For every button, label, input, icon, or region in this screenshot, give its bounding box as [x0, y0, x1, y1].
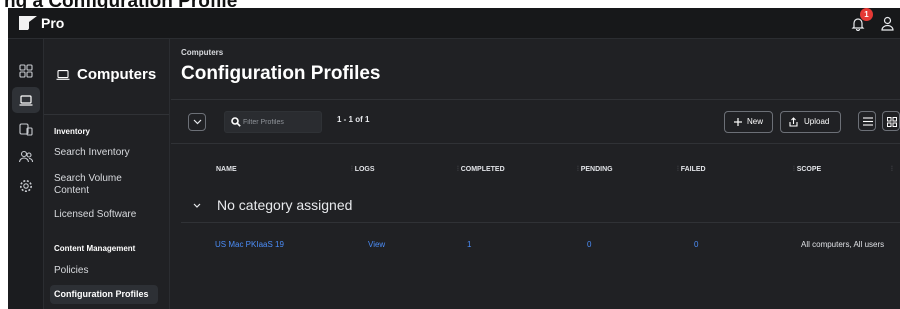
category-group-title: No category assigned	[217, 197, 353, 213]
jamf-logo-icon	[19, 16, 37, 30]
computers-icon[interactable]	[18, 92, 34, 108]
list-view-icon	[863, 117, 873, 126]
sidebar-item-licensed-software[interactable]: Licensed Software	[54, 209, 136, 221]
clipped-page-heading: ng a Configuration Profile	[4, 0, 237, 8]
collapse-all-button[interactable]	[188, 113, 206, 131]
chevron-down-icon	[193, 119, 202, 125]
column-header-completed[interactable]: ⫶ COMPLETED	[457, 166, 505, 174]
column-header-pending[interactable]: ⫶ PENDING	[577, 166, 613, 174]
profile-name-link[interactable]: US Mac PKIaaS 19	[215, 240, 284, 249]
upload-button-label: Upload	[804, 117, 830, 126]
section-label-inventory: Inventory	[54, 127, 91, 136]
filter-profiles-input[interactable]	[243, 115, 319, 130]
top-bar: Pro 1	[8, 8, 900, 39]
screenshot-frame: ng a Configuration Profile Pro 1	[0, 0, 900, 309]
sidebar-header: Computers	[44, 39, 169, 115]
list-view-button[interactable]	[858, 111, 876, 131]
page-title: Configuration Profiles	[181, 63, 381, 84]
sidebar-title: Computers	[77, 66, 157, 83]
sidebar-item-search-volume-content[interactable]: Search Volume Content	[54, 173, 150, 197]
column-header-logs[interactable]: ⫶ LOGS	[351, 166, 375, 174]
sidebar-item-search-inventory[interactable]: Search Inventory	[54, 147, 130, 159]
completed-count-link[interactable]: 1	[467, 240, 471, 249]
column-header-failed[interactable]: ⫶ FAILED	[677, 166, 706, 174]
result-count: 1 - 1 of 1	[337, 115, 370, 124]
table-toolbar: 1 - 1 of 1 New Upload	[171, 99, 900, 144]
search-icon	[231, 117, 241, 127]
new-button-label: New	[747, 117, 764, 126]
logs-view-link[interactable]: View	[368, 240, 385, 249]
app-window: Pro 1 Computers Inventory Search Invento…	[8, 8, 900, 309]
section-label-content-management: Content Management	[54, 244, 136, 253]
divider	[181, 222, 900, 223]
computer-icon	[56, 70, 70, 80]
main-content: Computers Configuration Profiles 1 - 1 o…	[171, 39, 900, 309]
upload-icon	[789, 117, 798, 127]
upload-button[interactable]: Upload	[780, 111, 841, 133]
user-icon[interactable]	[881, 16, 894, 31]
filter-profiles-field	[224, 111, 322, 133]
dashboard-icon[interactable]	[18, 63, 34, 79]
column-resize-grip-icon[interactable]: ⫶	[891, 166, 893, 174]
page-heading-strip: ng a Configuration Profile	[0, 0, 900, 8]
column-header-name[interactable]: NAME	[216, 166, 237, 173]
settings-gear-icon[interactable]	[18, 178, 34, 194]
notification-badge: 1	[860, 8, 873, 21]
sidebar-item-policies[interactable]: Policies	[54, 265, 88, 277]
category-chevron-icon[interactable]	[193, 203, 201, 209]
failed-count-link[interactable]: 0	[694, 240, 698, 249]
breadcrumb[interactable]: Computers	[181, 48, 223, 57]
grid-view-button[interactable]	[882, 111, 900, 131]
sidebar-item-configuration-profiles[interactable]: Configuration Profiles	[50, 285, 158, 304]
column-header-scope[interactable]: ⫶ SCOPE	[793, 166, 821, 174]
devices-icon[interactable]	[18, 121, 34, 137]
brand-name: Pro	[41, 15, 65, 31]
grid-view-icon	[887, 117, 897, 127]
pending-count-link[interactable]: 0	[587, 240, 591, 249]
new-button[interactable]: New	[724, 111, 773, 133]
scope-value: All computers, All users	[801, 240, 885, 249]
plus-icon	[734, 118, 742, 126]
nav-rail	[8, 39, 44, 309]
users-icon[interactable]	[18, 149, 34, 165]
computers-sidebar: Computers Inventory Search Inventory Sea…	[44, 39, 170, 309]
